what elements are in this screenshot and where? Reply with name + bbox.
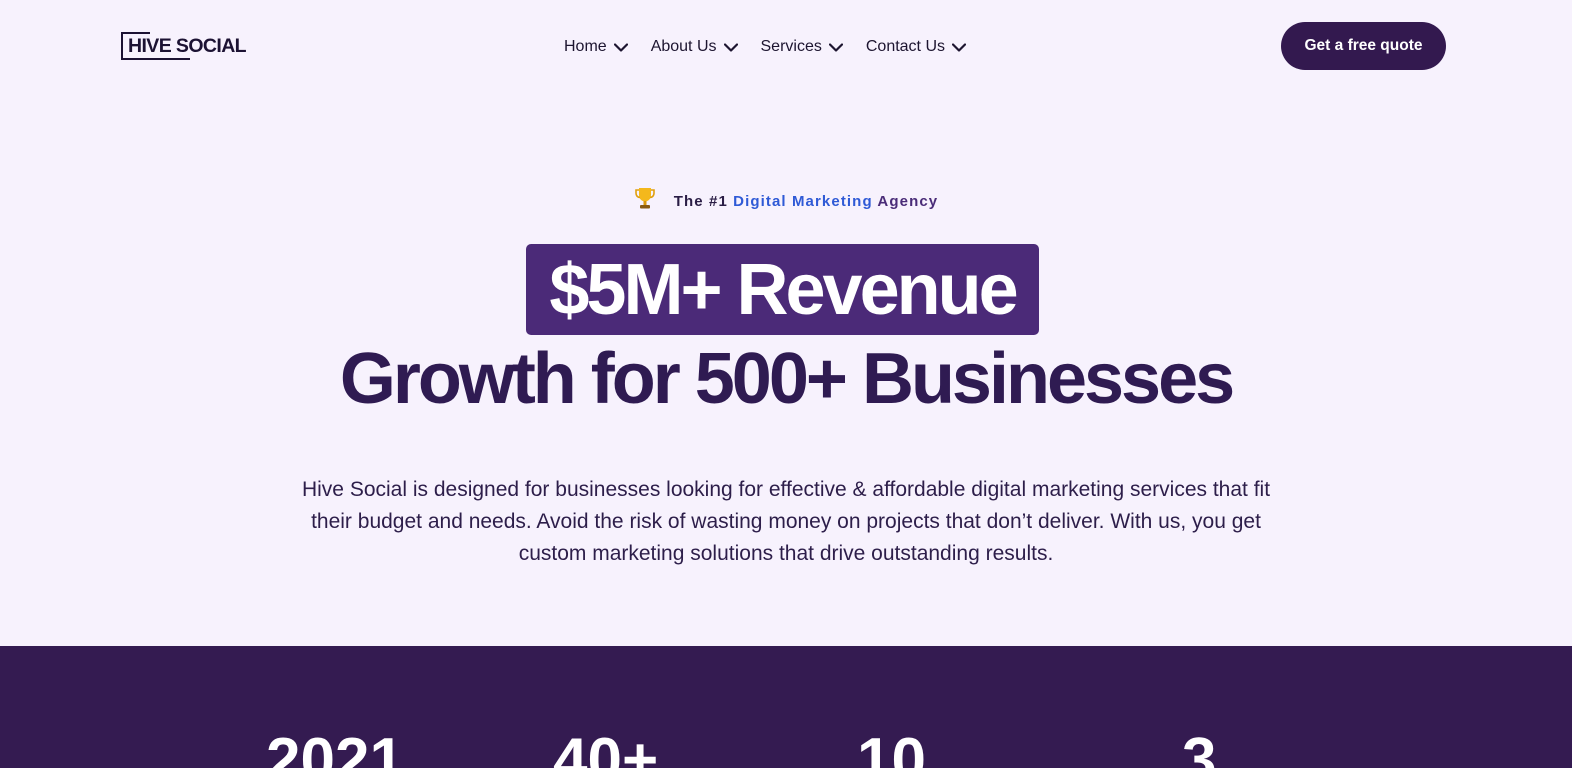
headline-highlight: $5M+ Revenue — [526, 244, 1039, 335]
logo-text: HIVE SOCIAL — [128, 35, 247, 57]
eyebrow-suffix: Agency — [872, 192, 939, 210]
headline-line-2: Growth for 500+ Businesses — [339, 339, 1235, 419]
main-nav: Home About Us Services Contact Us — [564, 36, 989, 58]
stat-value: 2021 — [266, 726, 404, 768]
stat-value: 40+ — [553, 726, 659, 768]
nav-item-label: Home — [564, 38, 607, 55]
logo-frame — [121, 58, 190, 60]
logo[interactable]: HIVE SOCIAL — [121, 32, 255, 60]
logo-frame — [121, 32, 123, 60]
chevron-down-icon — [613, 42, 628, 52]
chevron-down-icon — [828, 42, 843, 52]
get-free-quote-button[interactable]: Get a free quote — [1281, 22, 1446, 70]
nav-item-label: Contact Us — [865, 38, 945, 55]
eyebrow: The #1 Digital Marketing Agency — [0, 188, 1572, 210]
stat-value: 3 — [1182, 726, 1217, 768]
eyebrow-highlight: Digital Marketing — [733, 192, 873, 210]
nav-item-home[interactable]: Home — [564, 38, 628, 56]
nav-item-about-us[interactable]: About Us — [651, 38, 738, 56]
trophy-icon — [634, 188, 655, 209]
eyebrow-prefix: The #1 — [673, 192, 734, 210]
logo-frame — [121, 32, 150, 34]
nav-item-services[interactable]: Services — [761, 38, 843, 56]
nav-item-contact-us[interactable]: Contact Us — [866, 38, 966, 56]
chevron-down-icon — [723, 42, 738, 52]
nav-item-label: About Us — [650, 38, 717, 55]
stats-band: 2021 40+ 10 3 — [0, 646, 1572, 768]
hero-description: Hive Social is designed for businesses l… — [301, 478, 1271, 565]
nav-item-label: Services — [760, 38, 822, 55]
stat-value: 10 — [857, 726, 926, 768]
chevron-down-icon — [952, 42, 966, 52]
